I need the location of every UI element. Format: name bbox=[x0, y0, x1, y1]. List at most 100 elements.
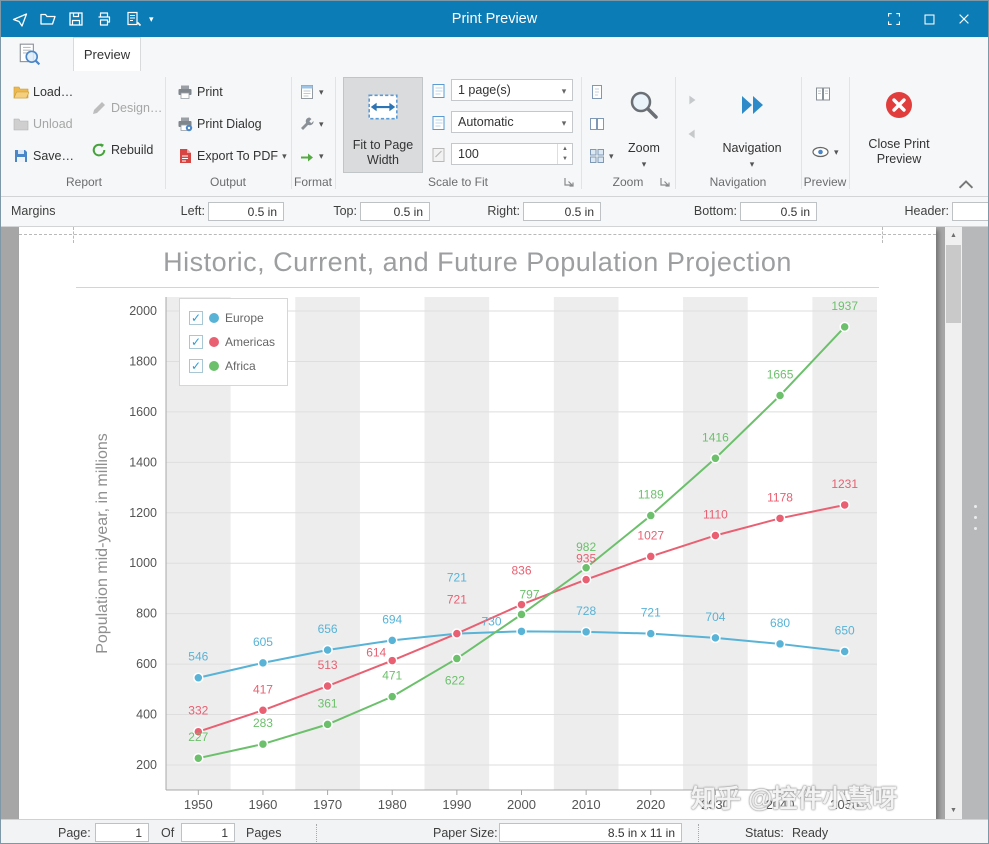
scale-mode-combo[interactable]: Automatic ▾ bbox=[451, 111, 573, 133]
pages-label: Pages bbox=[246, 826, 281, 840]
scroll-down-button[interactable]: ▼ bbox=[945, 802, 962, 819]
page-count-caret-icon[interactable]: ▾ bbox=[556, 80, 572, 100]
margin-header-field[interactable] bbox=[952, 202, 989, 221]
data-point-europe bbox=[776, 639, 785, 648]
many-pages-button[interactable]: ▾ bbox=[585, 145, 618, 167]
customize-caret-icon[interactable]: ▾ bbox=[319, 119, 324, 130]
customize-button[interactable]: ▾ bbox=[295, 113, 328, 135]
data-label-europe: 730 bbox=[481, 614, 501, 628]
rebuild-button[interactable]: Rebuild bbox=[87, 139, 157, 161]
margin-guide-right bbox=[882, 227, 883, 243]
multiple-pages-button[interactable] bbox=[585, 81, 609, 103]
design-button[interactable]: Design… bbox=[87, 97, 166, 119]
margin-bottom-label: Bottom: bbox=[683, 204, 737, 218]
fullscreen-button[interactable] bbox=[881, 9, 907, 29]
next-page-button[interactable] bbox=[681, 89, 703, 111]
data-label-europe: 605 bbox=[253, 635, 273, 649]
refresh-icon bbox=[91, 142, 107, 158]
spin-up-icon[interactable]: ▲ bbox=[558, 144, 572, 154]
data-point-americas bbox=[582, 575, 591, 584]
collapse-ribbon-button[interactable] bbox=[957, 177, 975, 191]
x-tick-label: 2010 bbox=[572, 797, 601, 812]
margin-right-field[interactable]: 0.5 in bbox=[523, 202, 601, 221]
data-label-europe: 721 bbox=[641, 606, 661, 620]
margin-top-label: Top: bbox=[319, 204, 357, 218]
data-point-africa bbox=[776, 391, 785, 400]
navigation-button[interactable]: Navigation ▾ bbox=[709, 77, 795, 173]
ribbon-group-scale-to-fit: Fit to Page Width 1 page(s) ▾ Automatic … bbox=[337, 75, 579, 193]
editing-fields-button[interactable]: ▾ bbox=[295, 145, 328, 167]
data-label-americas: 417 bbox=[253, 682, 273, 696]
page-count-combo[interactable]: 1 page(s) ▾ bbox=[451, 79, 573, 101]
spin-down-icon[interactable]: ▼ bbox=[558, 154, 572, 164]
paper-size-field[interactable]: 8.5 in x 11 in bbox=[499, 823, 682, 842]
window-title: Print Preview bbox=[1, 1, 988, 37]
zoom-button-label: Zoom bbox=[617, 141, 671, 156]
page-setup-button[interactable]: ▾ bbox=[295, 81, 328, 103]
editing-fields-caret-icon[interactable]: ▾ bbox=[319, 151, 324, 162]
scale-percent-spinner[interactable]: 100 ▲ ▼ bbox=[451, 143, 573, 165]
legend-checkbox-icon[interactable]: ✓ bbox=[189, 311, 203, 325]
watermark-button[interactable]: ▾ bbox=[807, 141, 843, 163]
x-tick-label: 2020 bbox=[636, 797, 665, 812]
many-pages-caret-icon[interactable]: ▾ bbox=[609, 151, 614, 162]
print-button[interactable]: Print bbox=[173, 81, 227, 103]
margin-guide-horizontal bbox=[19, 234, 936, 235]
vertical-scrollbar[interactable]: ▲ ▼ bbox=[945, 227, 962, 819]
page-number-field[interactable]: 1 bbox=[95, 823, 149, 842]
x-tick-label: 1980 bbox=[378, 797, 407, 812]
margin-left-field[interactable]: 0.5 in bbox=[208, 202, 284, 221]
margin-top-field[interactable]: 0.5 in bbox=[360, 202, 430, 221]
close-window-button[interactable] bbox=[951, 9, 977, 29]
pencil-icon bbox=[91, 100, 107, 116]
page-setup-caret-icon[interactable]: ▾ bbox=[319, 87, 324, 98]
folder-gray-icon bbox=[13, 116, 29, 132]
scroll-up-button[interactable]: ▲ bbox=[945, 227, 962, 244]
data-label-europe: 694 bbox=[382, 612, 402, 626]
save-button[interactable]: Save… bbox=[9, 145, 78, 167]
data-point-americas bbox=[323, 682, 332, 691]
fit-to-page-width-button[interactable]: Fit to Page Width bbox=[343, 77, 423, 173]
close-print-preview-button[interactable]: Close Print Preview bbox=[856, 77, 942, 173]
zoom-dialog-launcher[interactable] bbox=[659, 176, 671, 188]
eye-icon bbox=[811, 145, 830, 159]
data-point-africa bbox=[323, 720, 332, 729]
scale-mode-caret-icon[interactable]: ▾ bbox=[556, 112, 572, 132]
of-label: Of bbox=[161, 826, 174, 840]
legend-item-africa[interactable]: ✓ Africa bbox=[189, 354, 275, 378]
watermark-caret-icon[interactable]: ▾ bbox=[834, 147, 839, 158]
export-dropdown-caret-icon[interactable]: ▾ bbox=[282, 151, 287, 162]
y-tick-label: 2000 bbox=[129, 304, 157, 318]
unload-button[interactable]: Unload bbox=[9, 113, 77, 135]
margin-bottom-field[interactable]: 0.5 in bbox=[740, 202, 817, 221]
data-label-americas: 1178 bbox=[767, 490, 793, 504]
page-total-field[interactable]: 1 bbox=[181, 823, 235, 842]
maximize-button[interactable] bbox=[916, 9, 942, 29]
y-tick-label: 600 bbox=[136, 657, 157, 671]
print-button-label: Print bbox=[197, 85, 223, 99]
legend-item-europe[interactable]: ✓Europe bbox=[189, 306, 275, 330]
two-pages-button[interactable] bbox=[585, 113, 609, 135]
page-layout-button[interactable] bbox=[811, 83, 835, 105]
chart-title: Historic, Current, and Future Population… bbox=[19, 247, 936, 278]
legend-label: Africa bbox=[225, 359, 256, 373]
load-button-label: Load… bbox=[33, 85, 73, 99]
chart-divider bbox=[76, 287, 879, 288]
y-tick-label: 800 bbox=[136, 607, 157, 621]
tab-preview[interactable]: Preview bbox=[73, 37, 141, 71]
print-dialog-button[interactable]: Print Dialog bbox=[173, 113, 266, 135]
legend-item-americas[interactable]: ✓Americas bbox=[189, 330, 275, 354]
legend-checkbox-icon[interactable]: ✓ bbox=[189, 359, 203, 373]
data-label-africa: 361 bbox=[318, 696, 338, 710]
scrollbar-thumb[interactable] bbox=[946, 245, 961, 323]
scale-to-fit-dialog-launcher[interactable] bbox=[563, 176, 575, 188]
previous-page-button[interactable] bbox=[681, 123, 703, 145]
x-tick-label: 1990 bbox=[442, 797, 471, 812]
export-to-pdf-button[interactable]: Export To PDF ▾ bbox=[173, 145, 291, 167]
watermark-text: 知乎 @控件小慧呀 bbox=[691, 779, 897, 815]
panel-splitter[interactable] bbox=[974, 505, 977, 530]
legend-checkbox-icon[interactable]: ✓ bbox=[189, 335, 203, 349]
load-button[interactable]: Load… bbox=[9, 81, 77, 103]
zoom-button[interactable]: Zoom ▾ bbox=[617, 77, 671, 173]
data-point-africa bbox=[517, 610, 526, 619]
